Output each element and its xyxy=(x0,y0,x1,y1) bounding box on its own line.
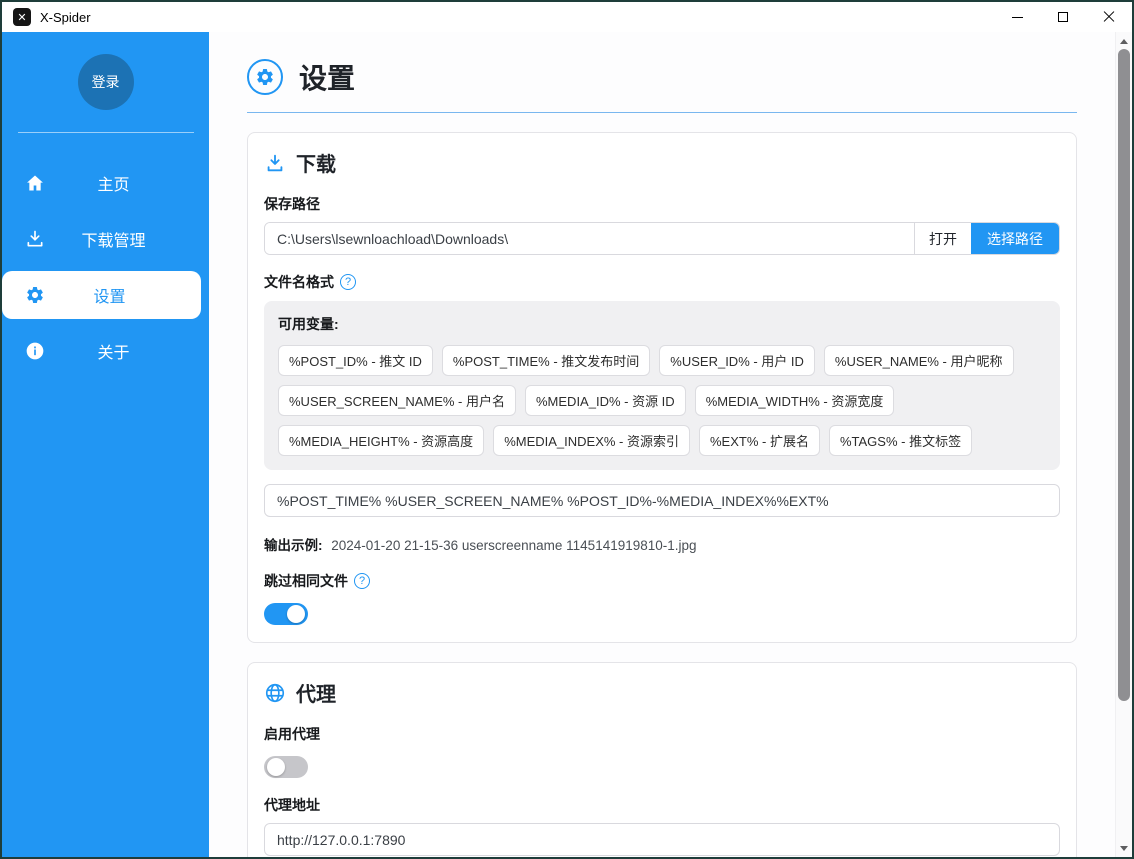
output-example-row: 输出示例: 2024-01-20 21-15-36 userscreenname… xyxy=(264,534,1060,554)
proxy-settings-card: 代理 启用代理 代理地址 xyxy=(247,662,1077,857)
sidebar-nav: 主页 下载管理 设置 xyxy=(2,159,209,375)
scroll-up-arrow-icon xyxy=(1120,39,1128,44)
sidebar-item-downloads[interactable]: 下载管理 xyxy=(2,215,209,263)
sidebar-item-label: 主页 xyxy=(46,171,209,195)
gear-icon xyxy=(247,59,283,95)
variable-chips: %POST_ID% - 推文 ID %POST_TIME% - 推文发布时间 %US… xyxy=(278,345,1046,456)
enable-proxy-label: 启用代理 xyxy=(264,724,1060,744)
sidebar-divider xyxy=(18,132,194,133)
proxy-section-label: 代理 xyxy=(296,678,336,707)
proxy-section-title: 代理 xyxy=(264,678,1060,707)
maximize-icon xyxy=(1058,12,1068,22)
sidebar-item-label: 下载管理 xyxy=(46,227,209,251)
help-icon[interactable]: ? xyxy=(354,573,370,589)
download-icon xyxy=(264,152,286,174)
skip-same-file-label: 跳过相同文件 ? xyxy=(264,571,1060,591)
variable-chip: %MEDIA_HEIGHT% - 资源高度 xyxy=(278,425,484,456)
enable-proxy-toggle[interactable] xyxy=(264,756,308,778)
login-avatar-button[interactable]: 登录 xyxy=(78,54,134,110)
download-icon xyxy=(24,228,46,250)
page-header: 设置 xyxy=(247,57,1077,97)
proxy-address-label: 代理地址 xyxy=(264,795,1060,815)
home-icon xyxy=(24,172,46,194)
info-icon xyxy=(24,340,46,362)
output-example-value: 2024-01-20 21-15-36 userscreenname 11451… xyxy=(331,538,696,553)
variable-chip: %POST_ID% - 推文 ID xyxy=(278,345,433,376)
app-title: X-Spider xyxy=(40,10,91,25)
save-path-input[interactable] xyxy=(265,223,914,254)
toggle-knob xyxy=(267,758,285,776)
proxy-address-input[interactable] xyxy=(264,823,1060,856)
output-example-label: 输出示例: xyxy=(264,538,323,553)
toggle-knob xyxy=(287,605,305,623)
save-path-group: 打开 选择路径 xyxy=(264,222,1060,255)
app-window: ✕ X-Spider 登录 xyxy=(0,0,1134,859)
header-divider xyxy=(247,112,1077,113)
scrollbar-thumb[interactable] xyxy=(1118,49,1130,701)
variable-chip: %TAGS% - 推文标签 xyxy=(829,425,972,456)
available-variables-panel: 可用变量: %POST_ID% - 推文 ID %POST_TIME% - 推文发… xyxy=(264,301,1060,470)
variable-chip: %MEDIA_ID% - 资源 ID xyxy=(525,385,686,416)
globe-icon xyxy=(264,682,286,704)
download-section-title: 下载 xyxy=(264,148,1060,177)
app-logo-icon: ✕ xyxy=(13,8,31,26)
page-title: 设置 xyxy=(299,57,355,97)
variable-chip: %USER_SCREEN_NAME% - 用户名 xyxy=(278,385,516,416)
available-variables-label: 可用变量: xyxy=(278,314,1046,334)
maximize-button[interactable] xyxy=(1040,2,1086,32)
titlebar: ✕ X-Spider xyxy=(2,2,1132,32)
filename-format-input[interactable] xyxy=(264,484,1060,517)
scroll-up-button[interactable] xyxy=(1116,33,1132,49)
open-folder-button[interactable]: 打开 xyxy=(914,223,971,254)
sidebar-item-label: 设置 xyxy=(46,283,201,307)
save-path-label: 保存路径 xyxy=(264,194,1060,214)
choose-path-button[interactable]: 选择路径 xyxy=(971,223,1059,254)
login-label: 登录 xyxy=(92,72,120,92)
variable-chip: %USER_NAME% - 用户昵称 xyxy=(824,345,1014,376)
filename-format-label: 文件名格式 ? xyxy=(264,272,1060,292)
sidebar-item-home[interactable]: 主页 xyxy=(2,159,209,207)
variable-chip: %EXT% - 扩展名 xyxy=(699,425,820,456)
variable-chip: %POST_TIME% - 推文发布时间 xyxy=(442,345,650,376)
sidebar-item-about[interactable]: 关于 xyxy=(2,327,209,375)
sidebar: 登录 主页 下载管理 xyxy=(2,32,209,857)
settings-page: 设置 下载 保存路径 打开 选择路径 xyxy=(209,32,1115,857)
window-controls xyxy=(994,2,1132,32)
vertical-scrollbar[interactable] xyxy=(1115,32,1132,857)
variable-chip: %MEDIA_WIDTH% - 资源宽度 xyxy=(695,385,895,416)
scroll-down-button[interactable] xyxy=(1116,840,1132,856)
skip-same-file-toggle[interactable] xyxy=(264,603,308,625)
scroll-down-arrow-icon xyxy=(1120,846,1128,851)
download-settings-card: 下载 保存路径 打开 选择路径 文件名格式 ? 可用变量: %POST_ID% … xyxy=(247,132,1077,643)
variable-chip: %MEDIA_INDEX% - 资源索引 xyxy=(493,425,690,456)
minimize-icon xyxy=(1012,17,1023,18)
close-button[interactable] xyxy=(1086,2,1132,32)
download-section-label: 下载 xyxy=(296,148,336,177)
help-icon[interactable]: ? xyxy=(340,274,356,290)
variable-chip: %USER_ID% - 用户 ID xyxy=(659,345,815,376)
sidebar-item-settings[interactable]: 设置 xyxy=(2,271,201,319)
gear-icon xyxy=(24,284,46,306)
close-icon xyxy=(1103,11,1115,23)
minimize-button[interactable] xyxy=(994,2,1040,32)
sidebar-item-label: 关于 xyxy=(46,339,209,363)
